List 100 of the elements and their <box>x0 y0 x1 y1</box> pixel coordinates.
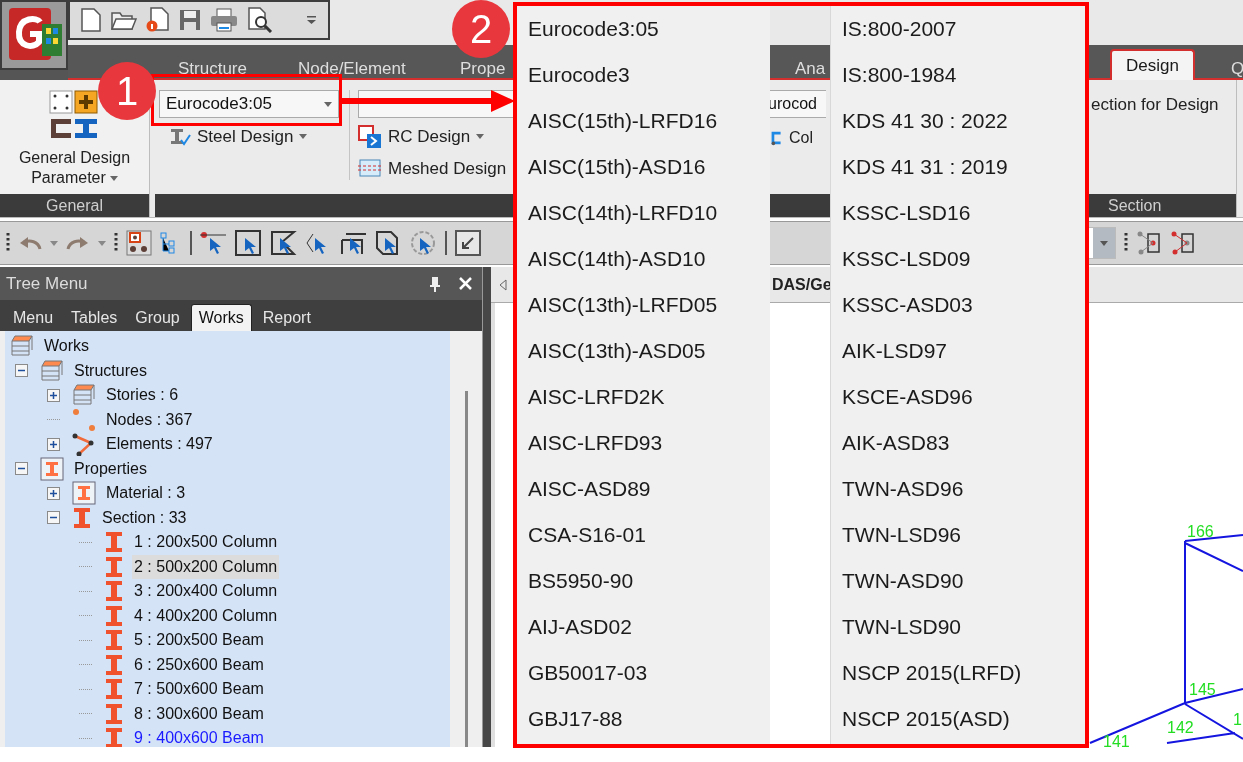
dropdown-option[interactable]: Eurocode3 <box>517 52 770 98</box>
dropdown-option[interactable]: NSCP 2015(LRFD) <box>831 650 1085 696</box>
dropdown-option[interactable]: KDS 41 31 : 2019 <box>831 144 1085 190</box>
caret-icon[interactable] <box>324 101 332 107</box>
ribbon-tab[interactable]: Design <box>1110 49 1195 80</box>
dropdown-option[interactable]: AISC(14th)-LRFD10 <box>517 190 770 236</box>
undo-icon[interactable] <box>18 235 42 251</box>
dropdown-option[interactable]: GB50017-03 <box>517 650 770 696</box>
tree-item[interactable]: Elements : 497 <box>104 432 215 457</box>
dropdown-option[interactable]: KSCE-ASD96 <box>831 374 1085 420</box>
dropdown-option[interactable]: BS5950-90 <box>517 558 770 604</box>
dropdown-option[interactable]: AISC(13th)-LRFD05 <box>517 282 770 328</box>
ribbon-tab[interactable]: Q <box>1231 60 1243 77</box>
node-link-icon[interactable] <box>1136 230 1162 256</box>
customize-caret-icon[interactable] <box>307 16 316 24</box>
dropdown-option[interactable]: AISC(14th)-ASD10 <box>517 236 770 282</box>
ribbon-tab[interactable]: Ana <box>795 60 826 77</box>
tree-item[interactable]: 7 : 500x600 Beam <box>132 677 266 702</box>
dropdown-option[interactable]: AISC(13th)-ASD05 <box>517 328 770 374</box>
expand-toggle[interactable] <box>47 437 60 451</box>
window-select-icon[interactable] <box>235 229 262 257</box>
meshed-design-button[interactable]: Meshed Design <box>358 155 518 181</box>
ribbon-tab[interactable]: Prope <box>460 60 506 77</box>
dropdown-option[interactable]: CSA-S16-01 <box>517 512 770 558</box>
dropdown-option[interactable]: AIK-LSD97 <box>831 328 1085 374</box>
tree-item[interactable]: Works <box>42 334 92 359</box>
dropdown-option[interactable]: KSSC-ASD03 <box>831 282 1085 328</box>
expand-toggle[interactable] <box>47 388 60 402</box>
steel-design-button[interactable]: Steel Design <box>159 124 341 150</box>
dropdown-option[interactable]: TWN-LSD90 <box>831 604 1085 650</box>
circle-select-icon[interactable] <box>410 229 437 257</box>
dropdown-option[interactable]: TWN-ASD90 <box>831 558 1085 604</box>
dropdown-option[interactable]: IS:800-1984 <box>831 52 1085 98</box>
tree-item[interactable]: 8 : 300x600 Beam <box>132 701 266 726</box>
app-logo[interactable] <box>0 0 68 70</box>
print-preview-icon[interactable] <box>247 7 273 33</box>
tree-item[interactable]: Section : 33 <box>100 505 189 530</box>
tree-item[interactable]: Nodes : 367 <box>104 407 195 432</box>
expand-toggle[interactable] <box>47 486 60 500</box>
tree-item[interactable]: 4 : 400x200 Column <box>132 603 280 628</box>
section-for-design-button[interactable]: ection for Design <box>1090 92 1219 118</box>
panel-tab[interactable]: Menu <box>6 304 61 331</box>
design-code-combo[interactable]: urocod <box>768 90 826 118</box>
dropdown-option[interactable]: KSSC-LSD09 <box>831 236 1085 282</box>
viewport-tab[interactable]: DAS/Ge <box>772 272 832 297</box>
dropdown-option[interactable]: Eurocode3:05 <box>517 6 770 52</box>
return-icon[interactable] <box>455 230 481 256</box>
panel-tab[interactable]: Tables <box>64 304 125 331</box>
new-file-icon[interactable] <box>80 8 102 32</box>
print-icon[interactable] <box>210 8 238 32</box>
dropdown-option[interactable]: AISC(15th)-LRFD16 <box>517 98 770 144</box>
pin-icon[interactable] <box>429 275 441 292</box>
caret-icon[interactable] <box>299 134 308 140</box>
dropdown-option[interactable]: AISC-ASD89 <box>517 466 770 512</box>
dropdown-option[interactable]: NSCP 2015(ASD) <box>831 696 1085 742</box>
panel-tab[interactable]: Report <box>255 304 318 331</box>
tree-item[interactable]: 2 : 500x200 Column <box>132 554 280 579</box>
dropdown-option[interactable]: AIK-ASD83 <box>831 420 1085 466</box>
dropdown-option[interactable]: AIJ-ASD02 <box>517 604 770 650</box>
rc-design-button[interactable]: RC Design <box>358 124 518 150</box>
tree-item[interactable]: 3 : 200x400 Column <box>132 579 280 604</box>
scrollbar[interactable] <box>464 391 468 747</box>
dropdown-option[interactable]: AISC-LRFD93 <box>517 420 770 466</box>
polygon-select-icon[interactable] <box>270 229 297 257</box>
file-info-icon[interactable] <box>146 7 170 33</box>
tree-item[interactable]: Material : 3 <box>104 481 188 506</box>
expand-toggle[interactable] <box>47 511 60 525</box>
tree-item[interactable]: 6 : 250x600 Beam <box>132 652 266 677</box>
save-icon[interactable] <box>179 9 201 31</box>
close-icon[interactable] <box>459 277 472 290</box>
dropdown-option[interactable]: TWN-ASD96 <box>831 466 1085 512</box>
tree-item[interactable]: 5 : 200x500 Beam <box>132 628 266 653</box>
dropdown-option[interactable]: GBJ17-88 <box>517 696 770 742</box>
dropdown-option[interactable]: AISC(15th)-ASD16 <box>517 144 770 190</box>
node-select-icon[interactable] <box>200 229 227 257</box>
ribbon-tab[interactable]: Node/Element <box>298 60 406 77</box>
node-link-icon[interactable] <box>1170 230 1196 256</box>
dropdown-option[interactable]: IS:800-2007 <box>831 6 1085 52</box>
panel-tab[interactable]: Group <box>128 304 187 331</box>
scroll-left-icon[interactable] <box>499 278 507 291</box>
ribbon-tab[interactable]: Structure <box>178 60 247 77</box>
panel-tab[interactable]: Works <box>190 304 252 331</box>
redo-icon[interactable] <box>66 235 90 251</box>
expand-toggle[interactable] <box>15 462 28 476</box>
node-group-icon[interactable] <box>126 230 152 256</box>
dropdown-option[interactable]: TWN-LSD96 <box>831 512 1085 558</box>
tree-item[interactable]: Properties <box>72 456 149 481</box>
expand-toggle[interactable] <box>15 364 28 378</box>
tree-item[interactable]: 1 : 200x500 Column <box>132 530 280 555</box>
folder-icon[interactable] <box>111 9 137 31</box>
design-code-combo[interactable]: Eurocode3:05 <box>159 90 339 118</box>
caret-icon[interactable] <box>476 134 485 140</box>
tree-item[interactable]: Structures <box>72 358 149 383</box>
caret-icon[interactable] <box>109 175 118 181</box>
dropdown-option[interactable]: KSSC-LSD16 <box>831 190 1085 236</box>
dropdown-option[interactable]: KDS 41 30 : 2022 <box>831 98 1085 144</box>
dropdown-option[interactable]: AISC-LRFD2K <box>517 374 770 420</box>
tree-item[interactable]: Stories : 6 <box>104 383 181 408</box>
caret-icon[interactable] <box>1100 240 1108 246</box>
tree-item[interactable]: 9 : 400x600 Beam <box>132 726 266 747</box>
